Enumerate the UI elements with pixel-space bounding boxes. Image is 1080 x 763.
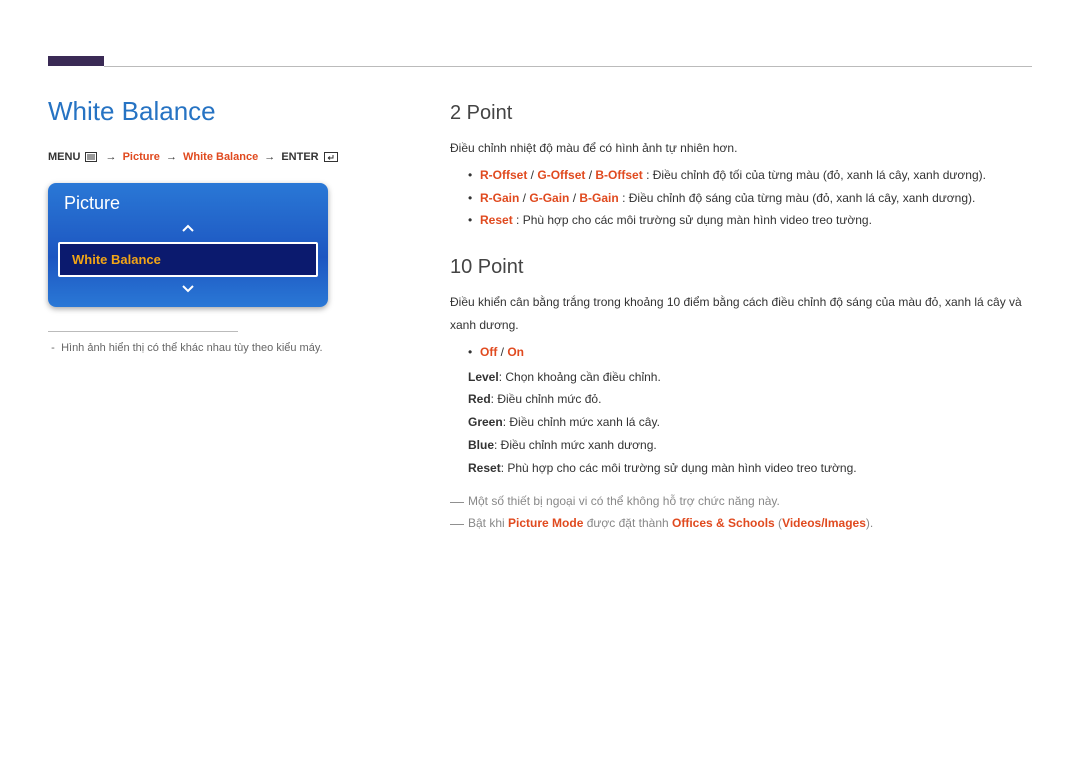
line-level: Level: Chọn khoảng cần điều chỉnh.	[468, 366, 1032, 389]
menu-path: MENU → Picture → White Balance → ENTER	[48, 151, 408, 165]
ten-point-intro: Điều khiển cân bằng trắng trong khoảng 1…	[450, 291, 1032, 337]
right-column: 2 Point Điều chỉnh nhiệt độ màu để có hì…	[450, 96, 1032, 535]
note-2-mid: được đặt thành	[583, 516, 672, 530]
blue-label: Blue	[468, 438, 494, 452]
section-heading-2-point: 2 Point	[450, 102, 1032, 125]
breadcrumb-arrow: →	[106, 151, 117, 163]
osd-scroll-up[interactable]	[48, 220, 328, 238]
note-1: ― Một số thiết bị ngoại vi có thể không …	[450, 490, 1032, 513]
header-accent-bar	[48, 56, 104, 66]
breadcrumb-arrow: →	[264, 151, 275, 163]
caption-dash: -	[48, 342, 58, 354]
bullet-offset: R-Offset / G-Offset / B-Offset : Điều ch…	[468, 164, 1032, 187]
line-reset: Reset: Phù hợp cho các môi trường sử dụn…	[468, 457, 1032, 480]
videos-images-label: Videos/Images	[782, 516, 866, 530]
note-2-pre: Bật khi	[468, 516, 508, 530]
menu-path-enter: ENTER	[281, 151, 318, 163]
ten-point-toggle-bullet: Off / On	[450, 341, 1032, 364]
line-red: Red: Điều chỉnh mức đỏ.	[468, 388, 1032, 411]
menu-path-picture: Picture	[123, 151, 160, 163]
dash-icon: ―	[450, 512, 468, 535]
line-blue: Blue: Điều chỉnh mức xanh dương.	[468, 434, 1032, 457]
two-point-intro: Điều chỉnh nhiệt độ màu để có hình ảnh t…	[450, 137, 1032, 160]
picture-mode-label: Picture Mode	[508, 516, 583, 530]
reset-desc-2p: : Phù hợp cho các môi trường sử dụng màn…	[516, 213, 872, 227]
paren-open: (	[775, 516, 782, 530]
offices-schools-label: Offices & Schools	[672, 516, 775, 530]
bullet-reset: Reset : Phù hợp cho các môi trường sử dụ…	[468, 209, 1032, 232]
g-offset-label: G-Offset	[537, 168, 585, 182]
off-label: Off	[480, 345, 497, 359]
ten-point-definitions: Level: Chọn khoảng cần điều chỉnh. Red: …	[450, 366, 1032, 480]
line-green: Green: Điều chỉnh mức xanh lá cây.	[468, 411, 1032, 434]
note-1-text: Một số thiết bị ngoại vi có thể không hỗ…	[468, 490, 1032, 513]
dash-icon: ―	[450, 490, 468, 513]
two-point-bullets: R-Offset / G-Offset / B-Offset : Điều ch…	[450, 164, 1032, 232]
b-gain-label: B-Gain	[579, 191, 618, 205]
gain-desc: : Điều chỉnh độ sáng của từng màu (đỏ, x…	[622, 191, 975, 205]
reset-label-10p: Reset	[468, 461, 501, 475]
menu-icon	[85, 152, 97, 165]
enter-icon	[324, 152, 338, 165]
header-divider	[104, 66, 1032, 67]
green-desc: : Điều chỉnh mức xanh lá cây.	[503, 415, 660, 429]
bullet-gain: R-Gain / G-Gain / B-Gain : Điều chỉnh độ…	[468, 187, 1032, 210]
red-desc: : Điều chỉnh mức đỏ.	[491, 392, 602, 406]
note-2-text: Bật khi Picture Mode được đặt thành Offi…	[468, 512, 1032, 535]
red-label: Red	[468, 392, 491, 406]
paren-close: ).	[866, 516, 873, 530]
caption-text: Hình ảnh hiển thị có thể khác nhau tùy t…	[61, 342, 323, 354]
menu-path-menu: MENU	[48, 151, 80, 163]
offset-desc: : Điều chỉnh độ tối của từng màu (đỏ, xa…	[646, 168, 986, 182]
reset-label-2p: Reset	[480, 213, 513, 227]
g-gain-label: G-Gain	[529, 191, 569, 205]
section-heading-10-point: 10 Point	[450, 256, 1032, 279]
osd-selected-item[interactable]: White Balance	[58, 242, 318, 277]
left-column: White Balance MENU → Picture → White Bal…	[48, 96, 408, 354]
breadcrumb-arrow: →	[166, 151, 177, 163]
osd-scroll-down[interactable]	[48, 281, 328, 299]
page-title: White Balance	[48, 96, 408, 127]
notes: ― Một số thiết bị ngoại vi có thể không …	[450, 490, 1032, 536]
reset-desc-10p: : Phù hợp cho các môi trường sử dụng màn…	[501, 461, 857, 475]
screenshot-caption: - Hình ảnh hiển thị có thể khác nhau tùy…	[48, 342, 408, 354]
blue-desc: : Điều chỉnh mức xanh dương.	[494, 438, 657, 452]
r-offset-label: R-Offset	[480, 168, 527, 182]
green-label: Green	[468, 415, 503, 429]
level-label: Level	[468, 370, 499, 384]
level-desc: : Chọn khoảng cần điều chỉnh.	[499, 370, 661, 384]
osd-panel: Picture White Balance	[48, 183, 328, 307]
osd-header: Picture	[48, 193, 328, 220]
on-label: On	[507, 345, 524, 359]
page: White Balance MENU → Picture → White Bal…	[0, 0, 1080, 763]
caption-divider	[48, 331, 238, 332]
note-2: ― Bật khi Picture Mode được đặt thành Of…	[450, 512, 1032, 535]
r-gain-label: R-Gain	[480, 191, 519, 205]
b-offset-label: B-Offset	[595, 168, 642, 182]
bullet-off-on: Off / On	[468, 341, 1032, 364]
menu-path-white-balance: White Balance	[183, 151, 258, 163]
